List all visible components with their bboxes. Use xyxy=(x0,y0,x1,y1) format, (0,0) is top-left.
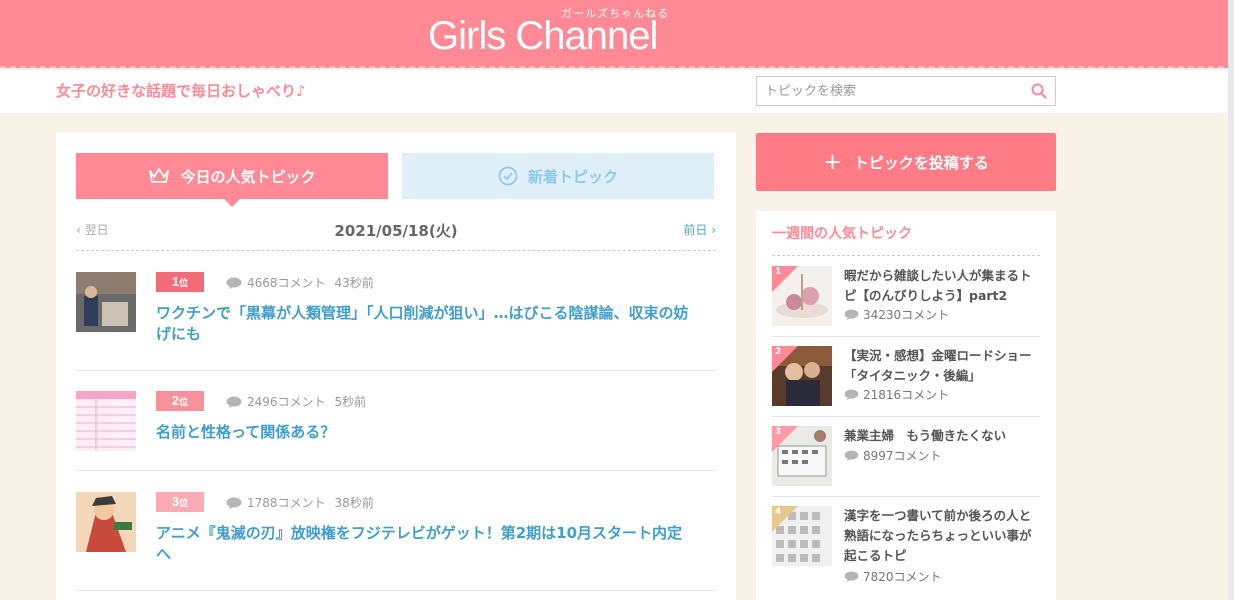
topic-thumbnail[interactable] xyxy=(76,391,136,451)
site-header: Girls Channel ガールズちゃんねる xyxy=(0,0,1234,68)
topic-meta: 1788コメント 38秒前 xyxy=(226,494,374,511)
rank-suffix: 位 xyxy=(179,397,189,407)
weekly-comment-count: 21816コメント xyxy=(844,386,949,403)
comment-count: 2496コメント xyxy=(247,395,326,409)
topic-meta: 4668コメント 43秒前 xyxy=(226,274,374,291)
crown-icon xyxy=(148,167,170,185)
weekly-comment-count-text: 21816コメント xyxy=(863,388,950,402)
time-ago: 5秒前 xyxy=(334,395,367,409)
comment-bubble-icon xyxy=(844,389,859,400)
weekly-popular-heading: 一週間の人気トピック xyxy=(772,223,1040,256)
weekly-comment-count-text: 34230コメント xyxy=(863,308,950,322)
comment-bubble-icon xyxy=(844,571,859,582)
previous-day-label: 前日 xyxy=(683,223,708,237)
sub-header-bar: 女子の好きな話題で毎日おしゃべり♪ xyxy=(0,70,1234,113)
weekly-thumbnail[interactable]: 4 xyxy=(772,506,832,566)
comment-bubble-icon xyxy=(226,497,242,509)
weekly-topic-title[interactable]: 兼業主婦 もう働きたくない xyxy=(844,426,1042,446)
plus-icon: + xyxy=(823,149,842,175)
weekly-comment-count: 34230コメント xyxy=(844,306,949,323)
rank-badge: 3位 xyxy=(156,492,204,512)
weekly-topic-title[interactable]: 暇だから雑談したい人が集まるトピ【のんびりしよう】part2 xyxy=(844,266,1042,306)
time-ago: 43秒前 xyxy=(334,276,374,290)
date-navigation: ‹ 翌日 2021/05/18(火) 前日 › xyxy=(76,217,716,251)
window-scrollbar[interactable] xyxy=(1228,0,1234,600)
weekly-item-4[interactable]: 4 漢字を一つ書いて前か後ろの人と熟語になったらちょっといい事が起こるトピ 78… xyxy=(772,506,1040,598)
search-box xyxy=(756,76,1056,106)
tab-new-topics[interactable]: 新着トピック xyxy=(402,153,714,199)
rank-corner-number: 3 xyxy=(775,427,782,437)
rank-badge: 2位 xyxy=(156,391,204,411)
topic-title-link[interactable]: ワクチンで「黒幕が人類管理」「人口削減が狙い」…はびこる陰謀論、収束の妨げにも xyxy=(156,303,696,345)
weekly-item-2[interactable]: 2 【実況・感想】金曜ロードショー「タイタニック・後編」 21816コメント xyxy=(772,346,1040,417)
comment-bubble-icon xyxy=(844,450,859,461)
comment-count: 1788コメント xyxy=(247,496,326,510)
current-date: 2021/05/18(火) xyxy=(334,222,458,240)
rank-corner-number: 4 xyxy=(775,507,782,517)
search-input[interactable] xyxy=(757,77,1017,105)
topic-meta: 2496コメント 5秒前 xyxy=(226,393,366,410)
weekly-comment-count-text: 7820コメント xyxy=(863,570,942,584)
post-topic-label: トピックを投稿する xyxy=(853,153,989,172)
weekly-thumbnail[interactable]: 1 xyxy=(772,266,832,326)
weekly-comment-count-text: 8997コメント xyxy=(863,449,942,463)
weekly-thumbnail[interactable]: 2 xyxy=(772,346,832,406)
main-content: 今日の人気トピック 新着トピック ‹ 翌日 2021/05/18(火) 前日 ›… xyxy=(56,133,736,600)
ranking-item-3[interactable]: 3位 1788コメント 38秒前 アニメ『鬼滅の刃』放映権をフジテレビがゲット！… xyxy=(76,492,716,591)
weekly-comment-count: 8997コメント xyxy=(844,447,942,464)
comment-bubble-icon xyxy=(226,277,242,289)
topic-title-link[interactable]: アニメ『鬼滅の刃』放映権をフジテレビがゲット！第2期は10月スタート内定へ xyxy=(156,523,696,565)
weekly-item-1[interactable]: 1 暇だから雑談したい人が集まるトピ【のんびりしよう】part2 34230コメ… xyxy=(772,266,1040,337)
tab-new-label: 新着トピック xyxy=(527,167,618,186)
rank-suffix: 位 xyxy=(179,278,189,288)
comment-bubble-icon xyxy=(844,309,859,320)
weekly-item-3[interactable]: 3 兼業主婦 もう働きたくない 8997コメント xyxy=(772,426,1040,497)
site-tagline: 女子の好きな話題で毎日おしゃべり♪ xyxy=(56,82,306,100)
rank-suffix: 位 xyxy=(179,498,189,508)
weekly-topic-title[interactable]: 【実況・感想】金曜ロードショー「タイタニック・後編」 xyxy=(844,346,1042,386)
topic-thumbnail[interactable] xyxy=(76,272,136,332)
time-ago: 38秒前 xyxy=(334,496,374,510)
clock-check-icon xyxy=(498,166,518,186)
rank-corner-number: 2 xyxy=(775,347,782,357)
weekly-popular-box: 一週間の人気トピック 1 暇だから雑談したい人が集まるトピ【のんびりしよう】pa… xyxy=(756,211,1056,600)
weekly-comment-count: 7820コメント xyxy=(844,568,942,585)
ranking-item-2[interactable]: 2位 2496コメント 5秒前 名前と性格って関係ある？ xyxy=(76,391,716,471)
weekly-thumbnail[interactable]: 3 xyxy=(772,426,832,486)
topic-thumbnail[interactable] xyxy=(76,492,136,552)
comment-bubble-icon xyxy=(226,396,242,408)
site-logo-subtitle: ガールズちゃんねる xyxy=(561,7,669,20)
rank-corner-number: 1 xyxy=(775,267,782,277)
tab-popular-label: 今日の人気トピック xyxy=(180,167,316,186)
rank-badge: 1位 xyxy=(156,272,204,292)
previous-day-link[interactable]: 前日 › xyxy=(683,221,716,238)
weekly-topic-title[interactable]: 漢字を一つ書いて前か後ろの人と熟語になったらちょっといい事が起こるトピ xyxy=(844,506,1042,566)
comment-count: 4668コメント xyxy=(247,276,326,290)
search-icon[interactable] xyxy=(1031,83,1047,103)
tab-popular-today[interactable]: 今日の人気トピック xyxy=(76,153,388,207)
topic-title-link[interactable]: 名前と性格って関係ある？ xyxy=(156,422,696,443)
ranking-item-1[interactable]: 1位 4668コメント 43秒前 ワクチンで「黒幕が人類管理」「人口削減が狙い」… xyxy=(76,272,716,371)
chevron-right-icon: › xyxy=(711,223,716,237)
post-topic-button[interactable]: + トピックを投稿する xyxy=(756,133,1056,191)
